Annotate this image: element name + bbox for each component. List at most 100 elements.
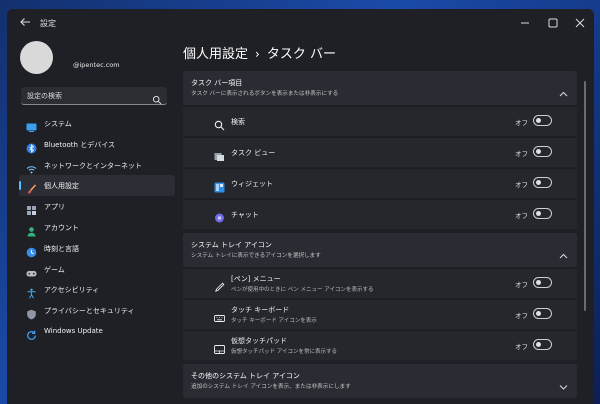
update-icon	[26, 326, 37, 340]
sidebar-item-label: アクセシビリティ	[44, 286, 100, 295]
sidebar-item-gaming[interactable]: ゲーム	[19, 259, 175, 280]
taskbar-items-section-header[interactable]: タスク バー項目 タスク バーに表示されるボタンを表示または非表示にする	[183, 71, 577, 105]
row-label: チャット	[231, 211, 259, 219]
search-toggle[interactable]	[533, 115, 552, 126]
toggle-state-label: オフ	[515, 312, 528, 320]
keyboard-icon	[214, 309, 225, 322]
taskbar-item-row: チャット オフ	[183, 199, 577, 229]
pen-menu-toggle[interactable]	[533, 277, 552, 288]
taskbar-item-row: ウィジェット オフ	[183, 168, 577, 198]
pen-icon	[214, 278, 225, 292]
task-view-icon	[214, 147, 225, 161]
close-button[interactable]	[571, 14, 589, 32]
sidebar-nav: システム Bluetooth とデバイス ネットワークとインターネット 個人用設…	[19, 113, 175, 342]
section-subtitle: タスク バーに表示されるボタンを表示または非表示にする	[191, 91, 339, 97]
chat-toggle[interactable]	[533, 208, 552, 219]
other-tray-icons-section-header[interactable]: その他のシステム トレイ アイコン 追加のシステム トレイ アイコンを表示、また…	[183, 364, 577, 398]
sidebar-item-time-language[interactable]: 時刻と言語	[19, 238, 175, 259]
toggle-state-label: オフ	[515, 150, 528, 158]
settings-window: 設定 @ipentec.com 設定の検索 システム Bluetooth とデバ…	[7, 9, 594, 404]
row-label: [ペン] メニュー	[231, 275, 281, 283]
sidebar-item-bluetooth[interactable]: Bluetooth とデバイス	[19, 134, 175, 155]
bluetooth-icon	[26, 139, 37, 154]
taskbar-item-row: タスク ビュー オフ	[183, 137, 577, 167]
sidebar-item-privacy[interactable]: プライバシーとセキュリティ	[19, 300, 175, 321]
search-icon[interactable]	[152, 90, 162, 105]
row-description: ペンが使用中のときに ペン メニュー アイコンを表示する	[231, 287, 374, 293]
person-icon	[26, 222, 37, 237]
toggle-state-label: オフ	[515, 281, 528, 289]
search-icon	[214, 116, 225, 131]
section-title: システム トレイ アイコン	[191, 241, 272, 249]
globe-clock-icon	[26, 243, 37, 258]
sidebar-item-network[interactable]: ネットワークとインターネット	[19, 155, 175, 176]
toggle-state-label: オフ	[515, 343, 528, 351]
sidebar-item-accessibility[interactable]: アクセシビリティ	[19, 279, 175, 300]
touch-keyboard-toggle[interactable]	[533, 308, 552, 319]
tray-icon-row: 仮想タッチパッド 仮想タッチパッド アイコンを常に表示する オフ	[183, 330, 577, 360]
touchpad-icon	[214, 340, 225, 354]
app-title: 設定	[40, 19, 56, 28]
sidebar-item-label: ネットワークとインターネット	[44, 161, 142, 170]
maximize-button[interactable]	[544, 14, 562, 32]
widgets-toggle[interactable]	[533, 177, 552, 188]
tray-icon-row: [ペン] メニュー ペンが使用中のときに ペン メニュー アイコンを表示する オ…	[183, 268, 577, 298]
row-label: 仮想タッチパッド	[231, 337, 287, 345]
search-placeholder: 設定の検索	[27, 92, 62, 100]
sidebar-item-label: 個人用設定	[44, 182, 79, 191]
search-input[interactable]: 設定の検索	[21, 87, 167, 105]
row-label: タスク ビュー	[231, 149, 276, 157]
chevron-down-icon[interactable]	[559, 376, 568, 390]
sidebar-item-label: アプリ	[44, 203, 65, 212]
sidebar-item-windows-update[interactable]: Windows Update	[19, 321, 175, 342]
brush-icon	[26, 180, 37, 194]
toggle-state-label: オフ	[515, 212, 528, 220]
sidebar-item-system[interactable]: システム	[19, 113, 175, 134]
avatar[interactable]	[20, 41, 53, 74]
accessibility-icon	[26, 284, 37, 299]
sidebar-item-personalization[interactable]: 個人用設定	[19, 175, 175, 197]
chat-icon	[214, 209, 225, 223]
back-arrow-icon[interactable]	[19, 16, 35, 30]
widgets-icon	[214, 178, 225, 193]
sidebar-item-label: アカウント	[44, 223, 79, 232]
sidebar-item-label: ゲーム	[44, 265, 65, 274]
section-title: その他のシステム トレイ アイコン	[191, 372, 300, 380]
row-description: 仮想タッチパッド アイコンを常に表示する	[231, 349, 337, 355]
section-title: タスク バー項目	[191, 79, 243, 87]
section-subtitle: 追加のシステム トレイ アイコンを表示、または非表示にします	[191, 384, 351, 390]
sidebar-item-label: 時刻と言語	[44, 244, 79, 253]
minimize-button[interactable]	[516, 14, 534, 32]
row-label: タッチ キーボード	[231, 306, 290, 314]
wifi-icon	[26, 160, 37, 174]
account-email: @ipentec.com	[73, 61, 120, 69]
section-subtitle: システム トレイに表示できるアイコンを選択します	[191, 253, 321, 259]
monitor-icon	[26, 118, 37, 132]
apps-icon	[26, 201, 37, 216]
sidebar-item-label: Windows Update	[44, 326, 103, 335]
shield-icon	[26, 305, 37, 320]
row-label: ウィジェット	[231, 180, 273, 188]
tray-icons-section-header[interactable]: システム トレイ アイコン システム トレイに表示できるアイコンを選択します	[183, 233, 577, 267]
sidebar-item-accounts[interactable]: アカウント	[19, 217, 175, 238]
row-description: タッチ キーボード アイコンを表示	[231, 318, 317, 324]
breadcrumb-parent[interactable]: 個人用設定	[183, 47, 248, 62]
page-title: タスク バー	[266, 47, 336, 62]
sidebar-item-label: システム	[44, 120, 72, 128]
row-label: 検索	[231, 118, 245, 126]
toggle-state-label: オフ	[515, 119, 528, 127]
chevron-up-icon[interactable]	[559, 83, 568, 97]
task-view-toggle[interactable]	[533, 146, 552, 157]
breadcrumb: 個人用設定 › タスク バー	[183, 43, 336, 62]
breadcrumb-separator: ›	[255, 47, 260, 61]
sidebar-item-label: Bluetooth とデバイス	[44, 140, 115, 149]
sidebar-item-apps[interactable]: アプリ	[19, 196, 175, 217]
scrollbar[interactable]	[584, 81, 586, 311]
title-bar: 設定	[7, 9, 594, 37]
chevron-up-icon[interactable]	[559, 245, 568, 259]
taskbar-item-row: 検索 オフ	[183, 106, 577, 136]
sidebar-item-label: プライバシーとセキュリティ	[44, 307, 135, 316]
gamepad-icon	[26, 264, 37, 277]
virtual-touchpad-toggle[interactable]	[533, 339, 552, 350]
toggle-state-label: オフ	[515, 181, 528, 189]
